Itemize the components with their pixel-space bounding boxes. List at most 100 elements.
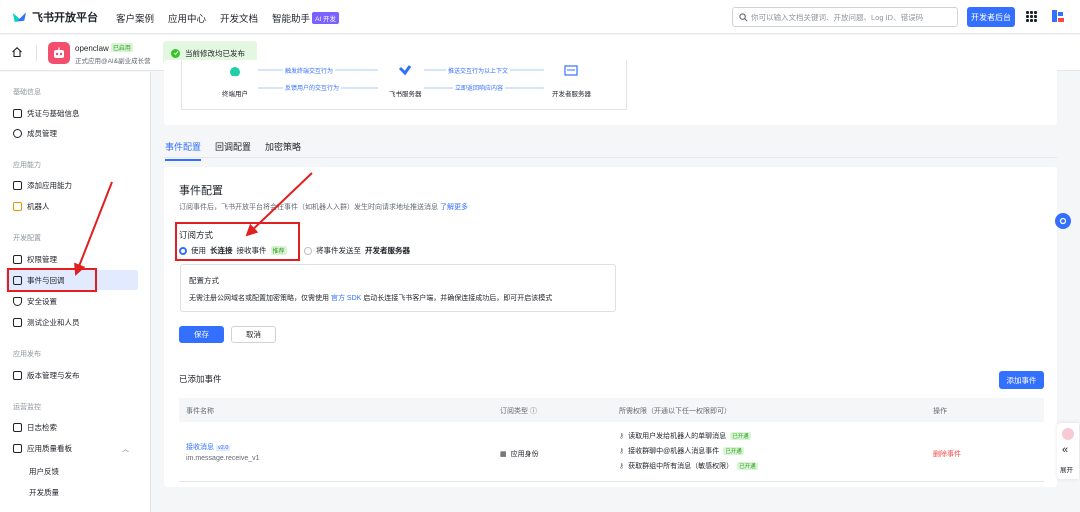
option-developer-server-pre: 将事件发送至 — [316, 246, 361, 255]
sidebar-group-release: 应用发布 — [13, 351, 41, 358]
sidebar-item-label: 应用质量看板 — [27, 443, 72, 453]
key-icon: ⚷ — [619, 433, 625, 440]
learn-more-link[interactable]: 了解更多 — [440, 204, 468, 211]
added-events-label: 已添加事件 — [179, 374, 222, 384]
log-icon — [13, 422, 22, 432]
config-method-title: 配置方式 — [189, 276, 219, 285]
home-icon[interactable] — [11, 46, 23, 58]
developer-console-button[interactable]: 开发者后台 — [967, 7, 1015, 27]
table-row: 接收消息 v2.0 im.message.receive_v1 ▦ 应用身份 ⚷ 读取… — [179, 422, 1044, 482]
app-subtitle: 正式应用@AI&副业成长营 — [75, 58, 151, 65]
permission-item-text: 获取群组中所有消息（敏感权限） — [628, 463, 734, 470]
search-box[interactable] — [732, 7, 958, 27]
sidebar-group-capabilities: 应用能力 — [13, 162, 41, 169]
delete-event-link[interactable]: 删除事件 — [933, 449, 961, 459]
sidebar-item-robot[interactable]: 机器人 — [6, 196, 138, 216]
sidebar-group-dev-config: 开发配置 — [13, 235, 41, 242]
app-avatar[interactable] — [48, 42, 70, 64]
help-circle-icon[interactable]: ⓘ — [530, 408, 537, 415]
radio-unselected[interactable] — [304, 246, 312, 255]
th-permissions: 所需权限（开通以下任一权限即可） — [619, 408, 731, 415]
check-circle-icon — [171, 48, 180, 58]
permission-item-text: 接收群聊中@机器人消息事件 — [628, 448, 720, 455]
floating-panel: « 展开 — [1057, 423, 1079, 479]
section-description-text: 订阅事件后，飞书开放平台将会在事件（如机器人入群）发生时向请求地址推送消息 — [179, 204, 438, 211]
sidebar-item-add-capability[interactable]: 添加应用能力 — [6, 175, 138, 195]
sidebar-item-label: 权限管理 — [27, 254, 57, 264]
permission-status-badge: 已开通 — [730, 432, 751, 440]
section-description: 订阅事件后，飞书开放平台将会在事件（如机器人入群）发生时向请求地址推送消息 了解… — [179, 202, 468, 212]
nav-link-docs[interactable]: 开发文档 — [220, 11, 258, 25]
upload-icon — [13, 370, 22, 380]
search-icon — [739, 12, 748, 21]
search-input[interactable] — [751, 12, 951, 22]
sidebar-item-quality[interactable]: 应用质量看板 — [6, 438, 138, 458]
info-text: 无需注册公网域名或配置加密策略，仅需使用 — [189, 295, 329, 302]
brand-logo[interactable]: 飞书开放平台 — [12, 9, 98, 25]
permission-item: ⚷ 读取用户发给机器人的单聊消息 已开通 — [619, 431, 751, 441]
expand-label[interactable]: 展开 — [1060, 464, 1073, 474]
feishu-server-icon — [398, 65, 412, 76]
sidebar-item-label: 机器人 — [27, 201, 50, 211]
double-chevron-left-icon[interactable]: « — [1062, 445, 1068, 456]
sidebar-item-version[interactable]: 版本管理与发布 — [6, 365, 138, 385]
publish-status-text: 当前修改均已发布 — [185, 48, 245, 58]
event-code: im.message.receive_v1 — [186, 455, 260, 462]
id-card-icon — [13, 108, 22, 118]
event-name-text: 接收消息 — [186, 444, 214, 451]
version-badge: v2.0 — [216, 445, 231, 451]
apps-grid-icon[interactable] — [1026, 11, 1037, 22]
sidebar-subitem-feedback[interactable]: 用户反馈 — [29, 466, 59, 477]
user-avatar-icon[interactable] — [1051, 9, 1065, 23]
key-icon: ⚷ — [619, 463, 625, 470]
floating-avatar[interactable] — [1062, 428, 1074, 440]
permission-item: ⚷ 获取群组中所有消息（敏感权限） 已开通 — [619, 461, 758, 471]
nav-link-cases[interactable]: 客户案例 — [116, 11, 154, 25]
permission-status-badge: 已开通 — [737, 462, 758, 470]
arrow-label-push: 推送交互行为以上下文 — [446, 66, 511, 75]
config-method-box: 配置方式 无需注册公网域名或配置加密策略，仅需使用 官方 SDK 启动长连接飞书… — [180, 264, 616, 312]
sidebar-item-test-enterprise[interactable]: 测试企业和人员 — [6, 312, 138, 332]
nav-link-app-center[interactable]: 应用中心 — [168, 11, 206, 25]
event-name[interactable]: 接收消息 v2.0 — [186, 442, 231, 452]
arrow-label-trigger: 触发终端交互行为 — [283, 66, 336, 75]
diagram-label-feishu: 飞书服务器 — [389, 91, 422, 98]
section-title: 事件配置 — [179, 185, 223, 197]
permission-item: ⚷ 接收群聊中@机器人消息事件 已开通 — [619, 446, 744, 456]
sidebar: 基础信息 凭证与基础信息 成员管理 应用能力 添加应用能力 机器人 开发配置 权… — [0, 72, 151, 512]
sidebar-item-label: 成员管理 — [27, 128, 57, 138]
sidebar-item-label: 凭证与基础信息 — [27, 108, 80, 118]
sidebar-item-credentials[interactable]: 凭证与基础信息 — [6, 103, 138, 123]
sidebar-item-label: 日志检索 — [27, 422, 57, 432]
save-button[interactable]: 保存 — [179, 326, 224, 343]
sidebar-item-label: 安全设置 — [27, 296, 57, 306]
grid-plus-icon — [13, 180, 22, 190]
arrow-label-feedback: 反馈用户的交互行为 — [283, 83, 342, 92]
nav-link-assistant[interactable]: 智能助手 AI 开发 — [272, 11, 340, 25]
add-event-button[interactable]: 添加事件 — [999, 371, 1044, 389]
sdk-link[interactable]: 官方 SDK — [331, 295, 361, 302]
sidebar-subitem-dev-quality[interactable]: 开发质量 — [29, 487, 59, 498]
event-sub-type-text: 应用身份 — [510, 451, 539, 458]
sidebar-item-members[interactable]: 成员管理 — [6, 123, 138, 143]
test-icon — [13, 317, 22, 327]
app-status-badge: 已启用 — [110, 43, 133, 52]
sidebar-item-label: 添加应用能力 — [27, 180, 72, 190]
chat-assistant-icon[interactable] — [1055, 213, 1071, 229]
cancel-button[interactable]: 取消 — [231, 326, 276, 343]
option-developer-server[interactable]: 将事件发送至 开发者服务器 — [304, 245, 410, 256]
event-sub-type: ▦ 应用身份 — [500, 449, 539, 459]
chevron-up-icon[interactable]: ︿ — [122, 444, 129, 454]
annotation-highlight-box — [7, 268, 97, 292]
top-nav: 飞书开放平台 客户案例 应用中心 开发文档 智能助手AI 开发 开发者后台 — [0, 0, 1080, 34]
th-sub-type-label: 订阅类型 — [500, 408, 528, 415]
app-identity-icon: ▦ — [500, 451, 507, 458]
sidebar-item-permissions[interactable]: 权限管理 — [6, 249, 138, 269]
info-text: 启动长连接飞书客户端，并确保连接成功后，即可开启该模式 — [363, 295, 553, 302]
sidebar-item-security[interactable]: 安全设置 — [6, 291, 138, 311]
sidebar-item-logs[interactable]: 日志检索 — [6, 417, 138, 437]
th-actions: 操作 — [933, 408, 947, 415]
user-device-icon — [230, 67, 240, 76]
config-method-desc: 无需注册公网域名或配置加密策略，仅需使用 官方 SDK 启动长连接飞书客户端，并… — [189, 293, 552, 303]
arrow-label-response: 立即返回响应内容 — [453, 83, 506, 92]
